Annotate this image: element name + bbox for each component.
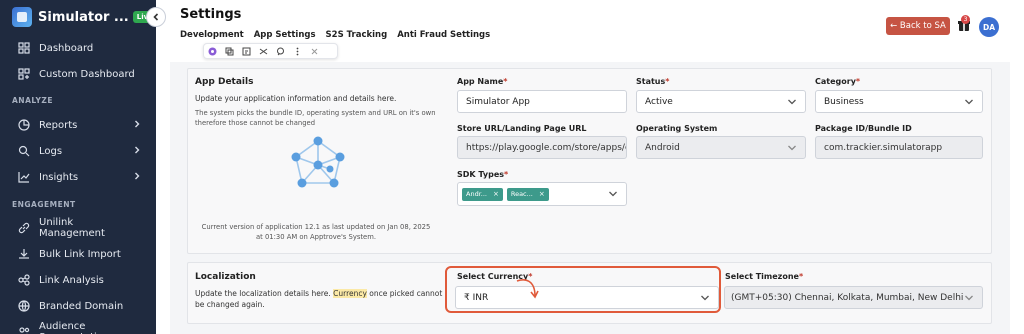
sidebar-item-label: Link Analysis [39,274,104,286]
sidebar-item-label: Reports [39,119,78,131]
close-icon[interactable] [310,47,319,56]
analysis-icon [18,274,30,286]
app-details-note: The system picks the bundle ID, operatin… [195,109,436,127]
chevron-right-icon [135,120,140,128]
page-title: Settings [180,7,242,22]
notification-badge: 3 [961,15,970,24]
chart-icon [18,119,30,131]
chevron-down-icon [965,295,973,301]
settings-tabs: Development App Settings S2S Tracking An… [180,30,490,40]
chip-label: Reac... [510,190,533,198]
sidebar-item-insights[interactable]: Insights [18,167,142,187]
section-analyze: ANALYZE [12,96,53,105]
os-value: Android [645,142,680,153]
network-icon [291,136,345,188]
category-value: Business [824,96,864,107]
sdk-types-select[interactable]: Andr... × Reac... × [457,182,627,206]
sidebar-item-link-analysis[interactable]: Link Analysis [18,270,142,290]
app-name-input[interactable]: Simulator App [457,90,627,113]
more-icon[interactable] [293,47,302,56]
remove-chip-icon[interactable]: × [539,190,545,198]
sidebar-item-label: Bulk Link Import [39,248,121,260]
chevron-down-icon [965,99,973,105]
status-select[interactable]: Active [636,90,806,113]
layout-icon [18,68,30,80]
sidebar-item-dashboard[interactable]: Dashboard [18,38,142,58]
sidebar-item-audience-segmentation[interactable]: Audience Segmentation [18,321,142,334]
tab-app-settings[interactable]: App Settings [254,30,316,40]
sidebar-item-reports[interactable]: Reports [18,115,142,135]
highlight-box [445,266,721,313]
chat-icon[interactable] [276,47,285,56]
sdk-types-label: SDK Types* [457,170,509,179]
chevron-down-icon [609,191,617,197]
os-label: Operating System [636,124,718,133]
tab-anti-fraud-settings[interactable]: Anti Fraud Settings [397,30,490,40]
sidebar-item-custom-dashboard[interactable]: Custom Dashboard [18,64,142,84]
app-logo [12,7,32,27]
avatar[interactable]: DA [979,17,999,37]
sidebar-item-label: Audience Segmentation [39,321,109,334]
sidebar-item-label: Custom Dashboard [39,68,135,80]
sdk-chip-react: Reac... × [506,187,549,201]
localization-title: Localization [195,272,256,282]
version-info: Current version of application 12.1 as l… [201,223,431,241]
arrow-annotation-icon [516,279,539,299]
store-url-label: Store URL/Landing Page URL [457,124,587,133]
app-name-label: App Name* [457,77,508,86]
sidebar-item-label: Logs [39,145,63,157]
floating-toolbar [203,43,338,59]
app-name: Simulator ... [38,9,129,25]
remove-chip-icon[interactable]: × [493,190,499,198]
sidebar-item-label: Unilink Management [39,217,105,239]
search-icon [18,145,30,157]
collapse-sidebar-button[interactable] [146,7,166,27]
category-select[interactable]: Business [815,90,983,113]
timezone-value: (GMT+05:30) Chennai, Kolkata, Mumbai, Ne… [731,292,964,303]
chevron-down-icon [788,99,796,105]
sidebar-item-unilink-management[interactable]: Unilink Management [18,217,142,239]
chevron-left-icon [153,13,159,21]
chevron-down-icon [788,145,796,151]
store-url-input: https://play.google.com/store/apps/d [457,136,627,159]
section-engagement: ENGAGEMENT [12,200,76,209]
trend-icon [18,171,30,183]
app-details-description: Update your application information and … [195,94,397,103]
chip-label: Andr... [466,190,487,198]
localization-description: Update the localization details here. Cu… [195,289,443,309]
grid-icon [18,42,30,54]
package-id-input: com.trackier.simulatorapp [815,136,983,159]
status-label: Status* [636,77,670,86]
category-label: Category* [815,77,861,86]
tab-development[interactable]: Development [180,30,244,40]
globe-icon [18,300,30,312]
sidebar-item-bulk-link-import[interactable]: Bulk Link Import [18,244,142,264]
os-select: Android [636,136,806,159]
tab-s2s-tracking[interactable]: S2S Tracking [326,30,388,40]
sdk-chip-android: Andr... × [462,187,503,201]
sidebar-item-label: Branded Domain [39,300,124,312]
ai-icon[interactable] [208,47,217,56]
status-value: Active [645,96,673,107]
timezone-select: (GMT+05:30) Chennai, Kolkata, Mumbai, Ne… [724,286,983,309]
package-id-label: Package ID/Bundle ID [815,124,912,133]
app-details-title: App Details [195,77,254,87]
import-icon [18,248,30,260]
currency-highlight: Currency [333,289,367,298]
sidebar-item-label: Insights [39,171,79,183]
sidebar-item-branded-domain[interactable]: Branded Domain [18,296,142,316]
back-to-sa-button[interactable]: ← Back to SA [886,17,950,35]
note-icon[interactable] [242,47,251,56]
sidebar-item-label: Dashboard [39,42,94,54]
chevron-right-icon [135,146,140,154]
copy-icon[interactable] [225,47,234,56]
brand[interactable]: Simulator ... Live [12,4,157,30]
sidebar-item-logs[interactable]: Logs [18,141,142,161]
chevron-right-icon [135,172,140,180]
sidebar: Simulator ... Live Dashboard Custom Dash… [0,0,157,334]
link-icon [18,222,30,234]
users-icon [18,326,30,334]
timezone-label: Select Timezone* [725,272,804,281]
shuffle-icon[interactable] [259,47,268,56]
